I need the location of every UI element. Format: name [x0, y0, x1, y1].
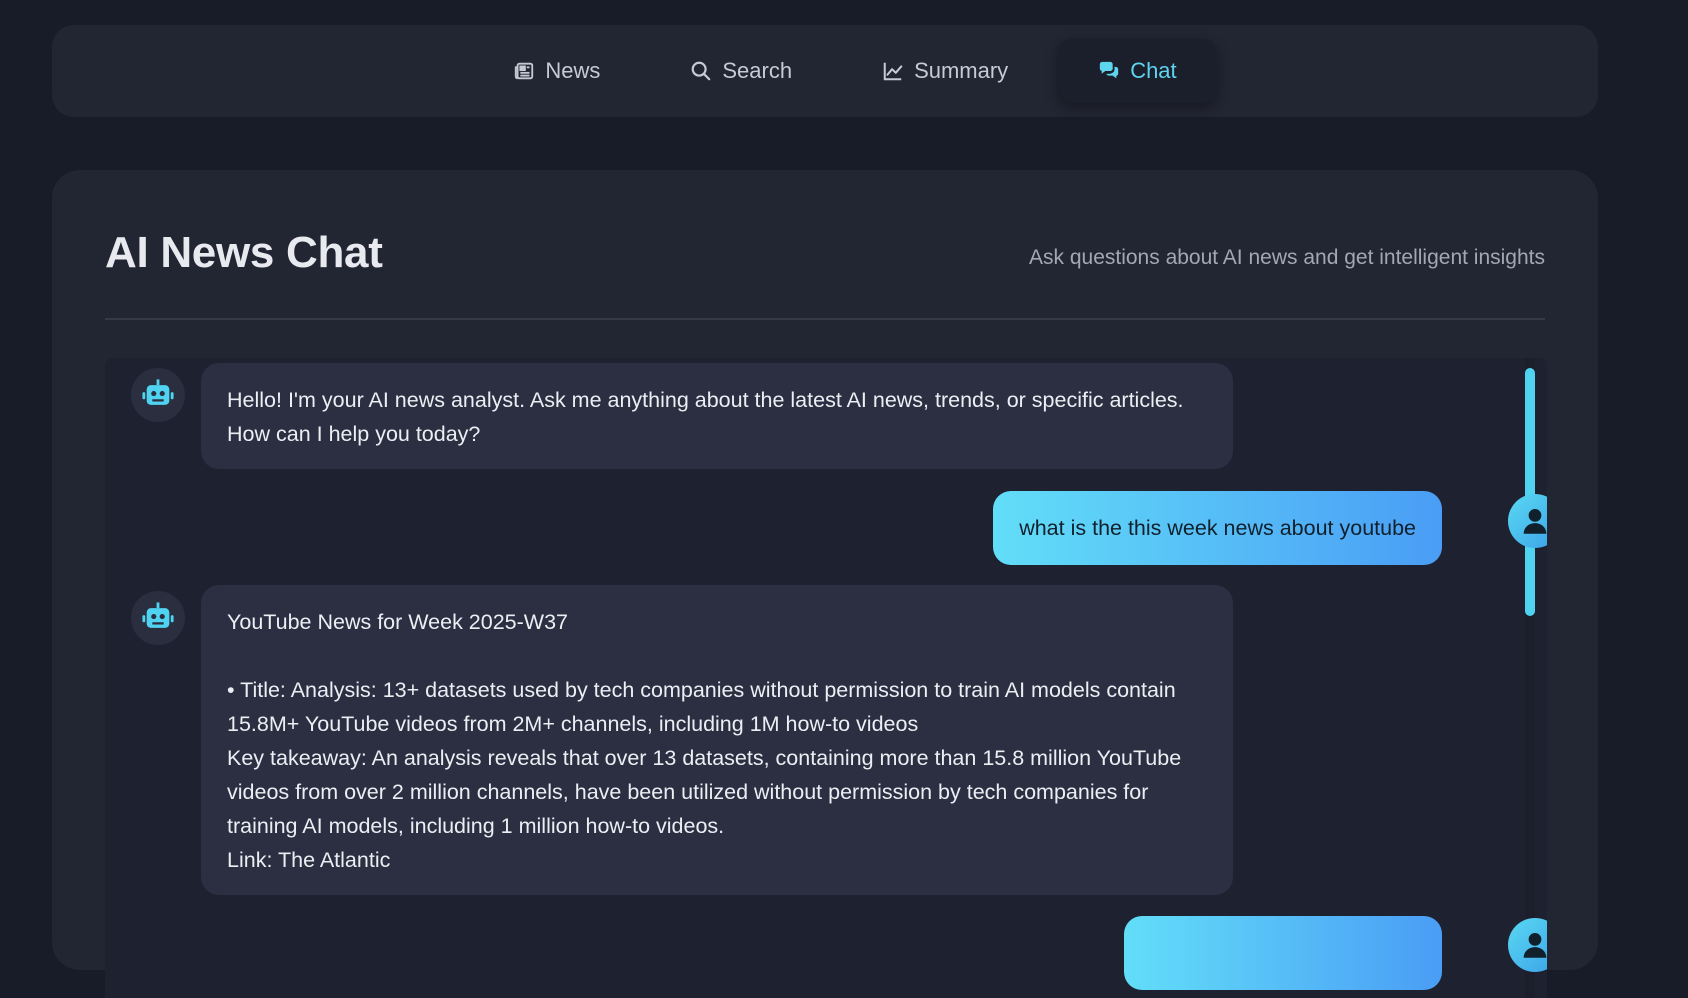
nav-label-news: News [545, 58, 601, 83]
nav-label-search: Search [722, 58, 793, 83]
bot-answer-title: • Title: Analysis: 13+ datasets used by … [227, 678, 1182, 736]
bot-message-text: Hello! I'm your AI news analyst. Ask me … [227, 388, 1190, 446]
nav-label-chat: Chat [1130, 58, 1177, 83]
nav-item-chat[interactable]: Chat [1058, 39, 1217, 103]
user-message [1124, 916, 1442, 990]
newspaper-icon [515, 62, 534, 80]
page-title: AI News Chat [105, 228, 383, 277]
user-icon [1523, 508, 1547, 534]
chat-messages[interactable]: Hello! I'm your AI news analyst. Ask me … [105, 358, 1547, 998]
nav-list: News Search Summary Chat [473, 39, 1217, 103]
user-icon [1523, 932, 1547, 958]
bot-message: Hello! I'm your AI news analyst. Ask me … [201, 363, 1233, 469]
bot-avatar [131, 591, 185, 645]
user-avatar [1508, 918, 1547, 972]
bot-answer-takeaway: Key takeaway: An analysis reveals that o… [227, 746, 1188, 838]
bot-answer-link[interactable]: Link: The Atlantic [227, 843, 1207, 877]
bot-answer-heading: YouTube News for Week 2025-W37 [227, 610, 568, 634]
line-chart-icon [883, 62, 903, 81]
bot-avatar [131, 368, 185, 422]
user-message-text: what is the this week news about youtube [1019, 516, 1416, 540]
user-avatar [1508, 494, 1547, 548]
chat-panel: AI News Chat Ask questions about AI news… [52, 170, 1598, 998]
nav-item-news[interactable]: News [473, 39, 640, 103]
nav-label-summary: Summary [914, 58, 1009, 83]
page-subtitle: Ask questions about AI news and get inte… [1029, 246, 1545, 269]
robot-icon [142, 602, 174, 628]
user-message: what is the this week news about youtube [993, 491, 1442, 565]
nav-item-search[interactable]: Search [650, 39, 832, 103]
bot-message: YouTube News for Week 2025-W37 • Title: … [201, 585, 1233, 895]
chat-bubbles-icon [1100, 61, 1119, 79]
robot-icon [142, 379, 174, 405]
panel-header: AI News Chat Ask questions about AI news… [105, 228, 1545, 320]
scrollbar-thumb[interactable] [1525, 368, 1535, 616]
nav-item-summary[interactable]: Summary [842, 39, 1048, 103]
top-navigation: News Search Summary Chat [52, 25, 1598, 117]
search-icon [691, 61, 711, 81]
